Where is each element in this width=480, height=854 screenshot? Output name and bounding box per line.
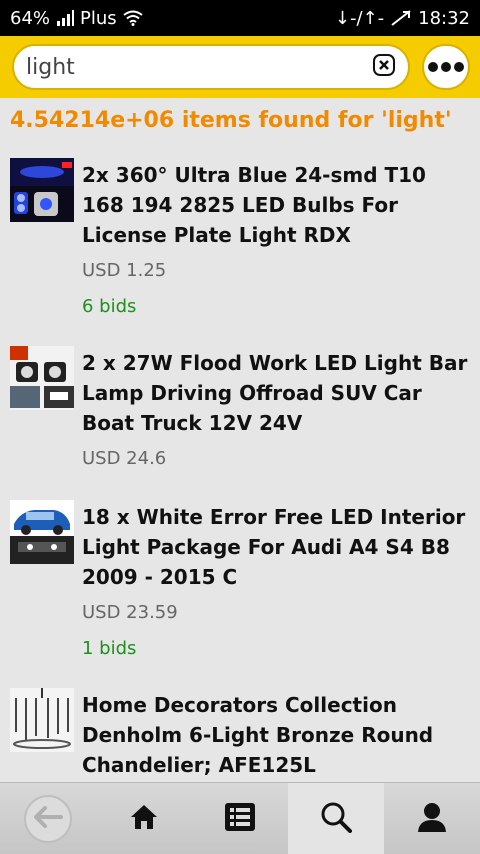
list-item[interactable]: 18 x White Error Free LED Interior Light… <box>0 492 480 674</box>
signal-icon <box>56 10 75 26</box>
item-thumbnail <box>10 500 74 564</box>
list-item[interactable]: Home Decorators Collection Denholm 6-Lig… <box>0 680 480 790</box>
home-icon <box>130 804 158 834</box>
user-icon <box>417 802 447 836</box>
profile-button[interactable] <box>384 783 480 854</box>
bottom-toolbar <box>0 782 480 854</box>
search-input[interactable] <box>14 46 372 88</box>
search-header <box>0 36 480 98</box>
clear-icon <box>373 54 395 80</box>
status-right: ↓-/↑- 18:32 <box>335 8 470 29</box>
search-box[interactable] <box>12 44 410 90</box>
list-icon <box>225 802 255 835</box>
search-tab-button[interactable] <box>288 783 384 854</box>
back-button[interactable] <box>0 783 96 854</box>
item-thumbnail <box>10 688 74 752</box>
list-item[interactable]: 2 x 27W Flood Work LED Light Bar Lamp Dr… <box>0 338 480 486</box>
status-bar: 64% Plus ↓-/↑- 18:32 <box>0 0 480 36</box>
item-price: USD 1.25 <box>82 260 167 281</box>
list-button[interactable] <box>192 783 288 854</box>
battery-level: 64% <box>10 7 51 29</box>
item-bids: 1 bids <box>82 638 137 659</box>
home-button[interactable] <box>96 783 192 854</box>
more-options-button[interactable] <box>422 44 470 90</box>
back-circle <box>24 794 72 843</box>
data-indicator: ↓-/↑- <box>334 7 385 29</box>
charging-icon <box>390 9 412 27</box>
item-price: USD 23.59 <box>82 602 178 623</box>
clear-search-button[interactable] <box>372 54 396 80</box>
item-thumbnail <box>10 158 74 222</box>
wifi-icon <box>123 10 143 26</box>
carrier-name: Plus <box>80 7 117 29</box>
results-count: 4.54214e+06 items found for 'light' <box>10 108 452 133</box>
more-icon <box>426 58 466 77</box>
item-price: USD 24.6 <box>82 448 167 469</box>
status-left: 64% Plus <box>10 8 143 29</box>
item-bids: 6 bids <box>82 296 137 317</box>
item-title: Home Decorators Collection Denholm 6-Lig… <box>82 693 434 777</box>
item-title: 18 x White Error Free LED Interior Light… <box>82 505 466 589</box>
search-icon <box>320 801 352 837</box>
item-thumbnail <box>10 346 74 410</box>
list-item[interactable]: 2x 360° Ultra Blue 24-smd T10 168 194 28… <box>0 150 480 330</box>
clock: 18:32 <box>418 7 470 29</box>
item-title: 2x 360° Ultra Blue 24-smd T10 168 194 28… <box>82 163 426 247</box>
item-title: 2 x 27W Flood Work LED Light Bar Lamp Dr… <box>82 351 468 435</box>
back-arrow-icon <box>33 805 63 832</box>
